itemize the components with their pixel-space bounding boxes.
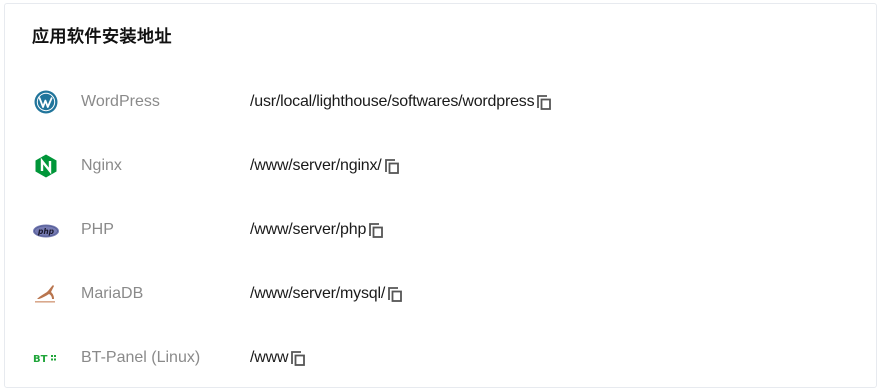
app-name: WordPress [81,93,160,110]
install-paths-panel: 应用软件安装地址 WordPress /usr/local/lighthouse… [4,3,877,388]
app-row-php: php PHP /www/server/php [5,210,876,250]
install-path: /www/server/nginx/ [250,157,382,174]
mariadb-logo-icon [32,282,62,306]
path-container: /www/server/php [250,221,385,239]
install-path: /usr/local/lighthouse/softwares/wordpres… [250,93,535,110]
app-row-wordpress: WordPress /usr/local/lighthouse/software… [5,82,876,122]
app-name: Nginx [81,157,122,174]
app-row-bt-panel: BT BT-Panel (Linux) /www [5,338,876,378]
panel-title: 应用软件安装地址 [32,27,172,47]
app-name: MariaDB [81,285,144,302]
copy-icon[interactable] [535,93,553,111]
wordpress-logo-icon [32,90,62,114]
copy-icon[interactable] [383,157,401,175]
copy-icon[interactable] [289,349,307,367]
install-path: /www/server/mysql/ [250,285,386,302]
app-row-mariadb: MariaDB /www/server/mysql/ [5,274,876,314]
path-container: /www/server/mysql/ [250,285,404,303]
install-path: /www [250,349,289,366]
install-path: /www/server/php [250,221,367,238]
app-row-nginx: Nginx /www/server/nginx/ [5,146,876,186]
nginx-logo-icon [32,154,62,178]
php-logo-icon: php [32,218,62,242]
path-container: /usr/local/lighthouse/softwares/wordpres… [250,93,553,111]
path-container: /www [250,349,307,367]
svg-text:BT: BT [33,354,48,365]
bt-panel-logo-icon: BT [32,346,62,370]
app-name: BT-Panel (Linux) [81,349,201,366]
copy-icon[interactable] [386,285,404,303]
path-container: /www/server/nginx/ [250,157,401,175]
app-name: PHP [81,221,114,238]
svg-text:php: php [37,227,55,236]
copy-icon[interactable] [367,221,385,239]
